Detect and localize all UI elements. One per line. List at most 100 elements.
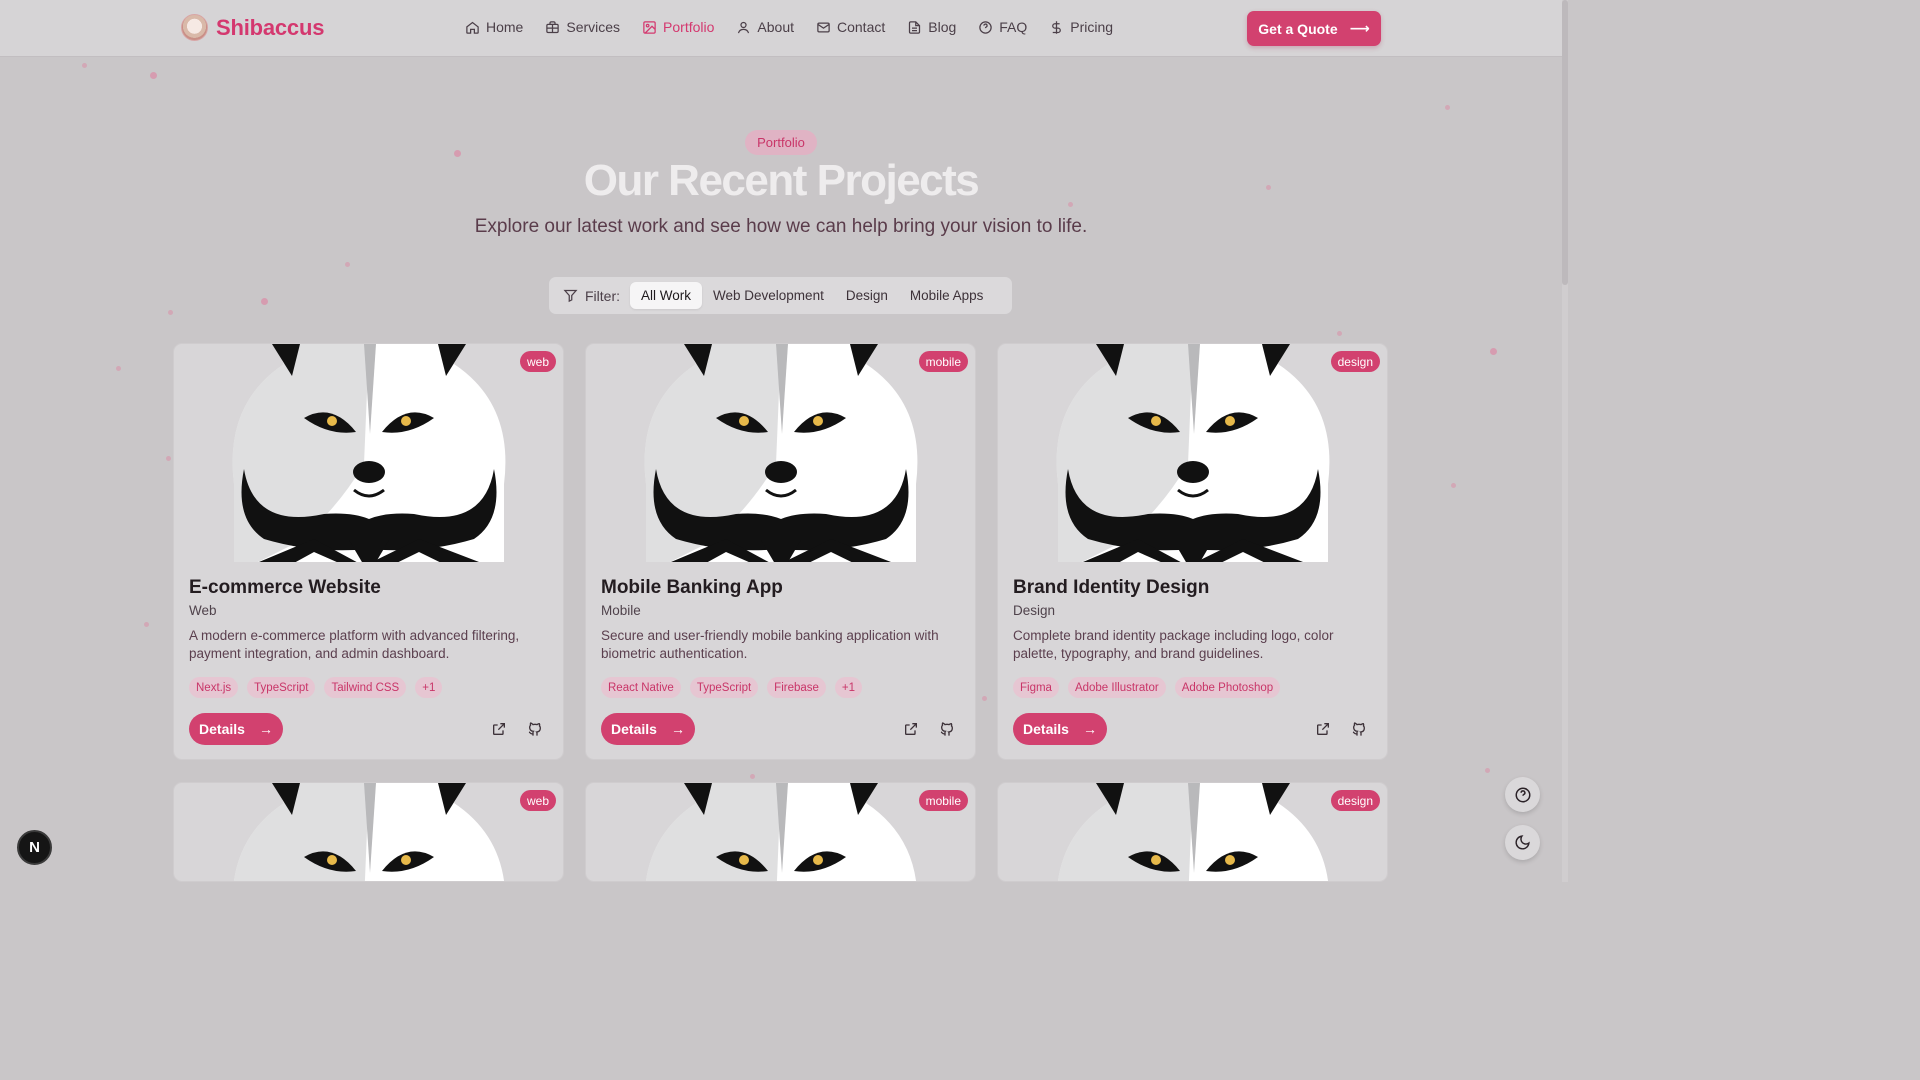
arrow-right-icon: → <box>258 721 273 737</box>
brand-name: Shibaccus <box>216 14 325 40</box>
page-title: Our Recent Projects <box>583 156 980 205</box>
filter-bar: Filter: All Work Web Development Design … <box>549 277 1012 314</box>
background-particle <box>166 456 171 461</box>
main-nav: Home Services Portfolio About Contact Bl… <box>465 19 1135 35</box>
background-particle <box>1337 331 1342 336</box>
filter-mobile-apps[interactable]: Mobile Apps <box>899 282 995 309</box>
document-icon <box>909 20 921 34</box>
project-description: Complete brand identity package includin… <box>1013 628 1334 661</box>
project-description: Secure and user-friendly mobile banking … <box>601 628 939 661</box>
theme-toggle-button[interactable] <box>1505 825 1540 860</box>
arrow-right-icon: → <box>1082 721 1097 737</box>
arrow-right-icon: ⟶ <box>1349 20 1370 36</box>
get-quote-button[interactable]: Get a Quote ⟶ <box>1247 11 1381 46</box>
background-particle <box>144 622 149 627</box>
details-label: Details <box>1023 721 1069 737</box>
filter-all-work[interactable]: All Work <box>630 282 703 309</box>
project-category: Design <box>1013 603 1056 618</box>
nav-item-home[interactable]: Home <box>465 19 523 35</box>
project-card[interactable]: mobile <box>585 782 976 882</box>
tech-chip-more: +1 <box>415 677 443 698</box>
project-tag-badge: web <box>519 351 556 372</box>
nav-item-services[interactable]: Services <box>545 19 620 35</box>
section-badge: Portfolio <box>745 130 817 155</box>
details-button[interactable]: Details → <box>601 713 695 745</box>
project-category: Web <box>189 603 217 618</box>
project-card[interactable]: web E-commerce Website Web A modern e-co… <box>173 343 564 760</box>
nav-item-contact[interactable]: Contact <box>816 19 885 35</box>
help-circle-icon <box>1515 787 1530 802</box>
site-header: Shibaccus Home Services Portfolio About … <box>0 0 1568 57</box>
project-image <box>174 344 563 562</box>
briefcase-icon <box>546 20 560 33</box>
external-link-icon[interactable] <box>1315 721 1331 737</box>
nav-item-label: Home <box>486 19 524 35</box>
help-button[interactable] <box>1505 777 1540 812</box>
tech-chip: Figma <box>1013 677 1059 698</box>
nav-item-label: Blog <box>928 19 957 35</box>
project-description: A modern e-commerce platform with advanc… <box>189 628 520 661</box>
nav-item-label: About <box>757 19 794 35</box>
project-tag-badge: design <box>1330 351 1380 372</box>
nav-item-label: Portfolio <box>663 19 715 35</box>
details-label: Details <box>611 721 657 737</box>
project-card[interactable]: web <box>173 782 564 882</box>
nav-item-about[interactable]: About <box>736 19 794 35</box>
nav-item-faq[interactable]: FAQ <box>978 19 1027 35</box>
project-title: Mobile Banking App <box>601 577 783 598</box>
github-icon[interactable] <box>527 721 543 737</box>
background-particle <box>1490 348 1497 355</box>
dev-tools-badge[interactable]: N <box>17 830 52 865</box>
nav-item-label: Services <box>566 19 621 35</box>
project-tag-badge: web <box>519 790 556 811</box>
filter-design[interactable]: Design <box>835 282 899 309</box>
background-particle <box>261 298 268 305</box>
tech-chips: Next.js TypeScript Tailwind CSS +1 <box>189 677 443 698</box>
github-icon[interactable] <box>939 721 955 737</box>
nav-item-label: Contact <box>837 19 886 35</box>
tech-chips: React Native TypeScript Firebase +1 <box>601 677 863 698</box>
brand-logo-link[interactable]: Shibaccus <box>181 14 324 41</box>
page-subtitle: Explore our latest work and see how we c… <box>474 216 1088 237</box>
github-icon[interactable] <box>1351 721 1367 737</box>
background-particle <box>982 696 987 701</box>
nav-item-portfolio[interactable]: Portfolio <box>642 19 714 35</box>
project-image <box>998 344 1387 562</box>
background-particle <box>750 774 755 779</box>
tech-chip: Next.js <box>189 677 239 698</box>
filter-icon <box>563 289 578 303</box>
tech-chip: Adobe Photoshop <box>1174 677 1281 698</box>
project-image <box>174 783 563 881</box>
shiba-logo-icon <box>181 14 208 41</box>
mail-icon <box>817 22 830 32</box>
project-card[interactable]: design Brand Identity Design Design Comp… <box>997 343 1388 760</box>
dollar-icon <box>1052 20 1062 34</box>
external-link-icon[interactable] <box>903 721 919 737</box>
details-button[interactable]: Details → <box>1013 713 1107 745</box>
arrow-right-icon: → <box>670 721 685 737</box>
project-image <box>998 783 1387 881</box>
help-circle-icon <box>979 20 993 34</box>
nav-item-pricing[interactable]: Pricing <box>1049 19 1113 35</box>
external-link-icon[interactable] <box>491 721 507 737</box>
project-tag-badge: mobile <box>918 790 968 811</box>
background-particle <box>150 72 157 79</box>
project-card[interactable]: design <box>997 782 1388 882</box>
project-card[interactable]: mobile Mobile Banking App Mobile Secure … <box>585 343 976 760</box>
tech-chip: TypeScript <box>247 677 316 698</box>
tech-chip: React Native <box>601 677 681 698</box>
tech-chip: Tailwind CSS <box>324 677 407 698</box>
project-image <box>586 783 975 881</box>
nav-item-blog[interactable]: Blog <box>907 19 956 35</box>
background-particle <box>1485 768 1490 773</box>
filter-web-development[interactable]: Web Development <box>702 282 835 309</box>
nav-item-label: Pricing <box>1070 19 1114 35</box>
background-particle <box>116 366 121 371</box>
tech-chip: Firebase <box>767 677 826 698</box>
details-button[interactable]: Details → <box>189 713 283 745</box>
tech-chip-more: +1 <box>834 677 863 698</box>
background-particle <box>168 310 173 315</box>
scrollbar-thumb[interactable] <box>1562 0 1568 285</box>
moon-icon <box>1515 835 1530 850</box>
project-tag-badge: design <box>1330 790 1380 811</box>
